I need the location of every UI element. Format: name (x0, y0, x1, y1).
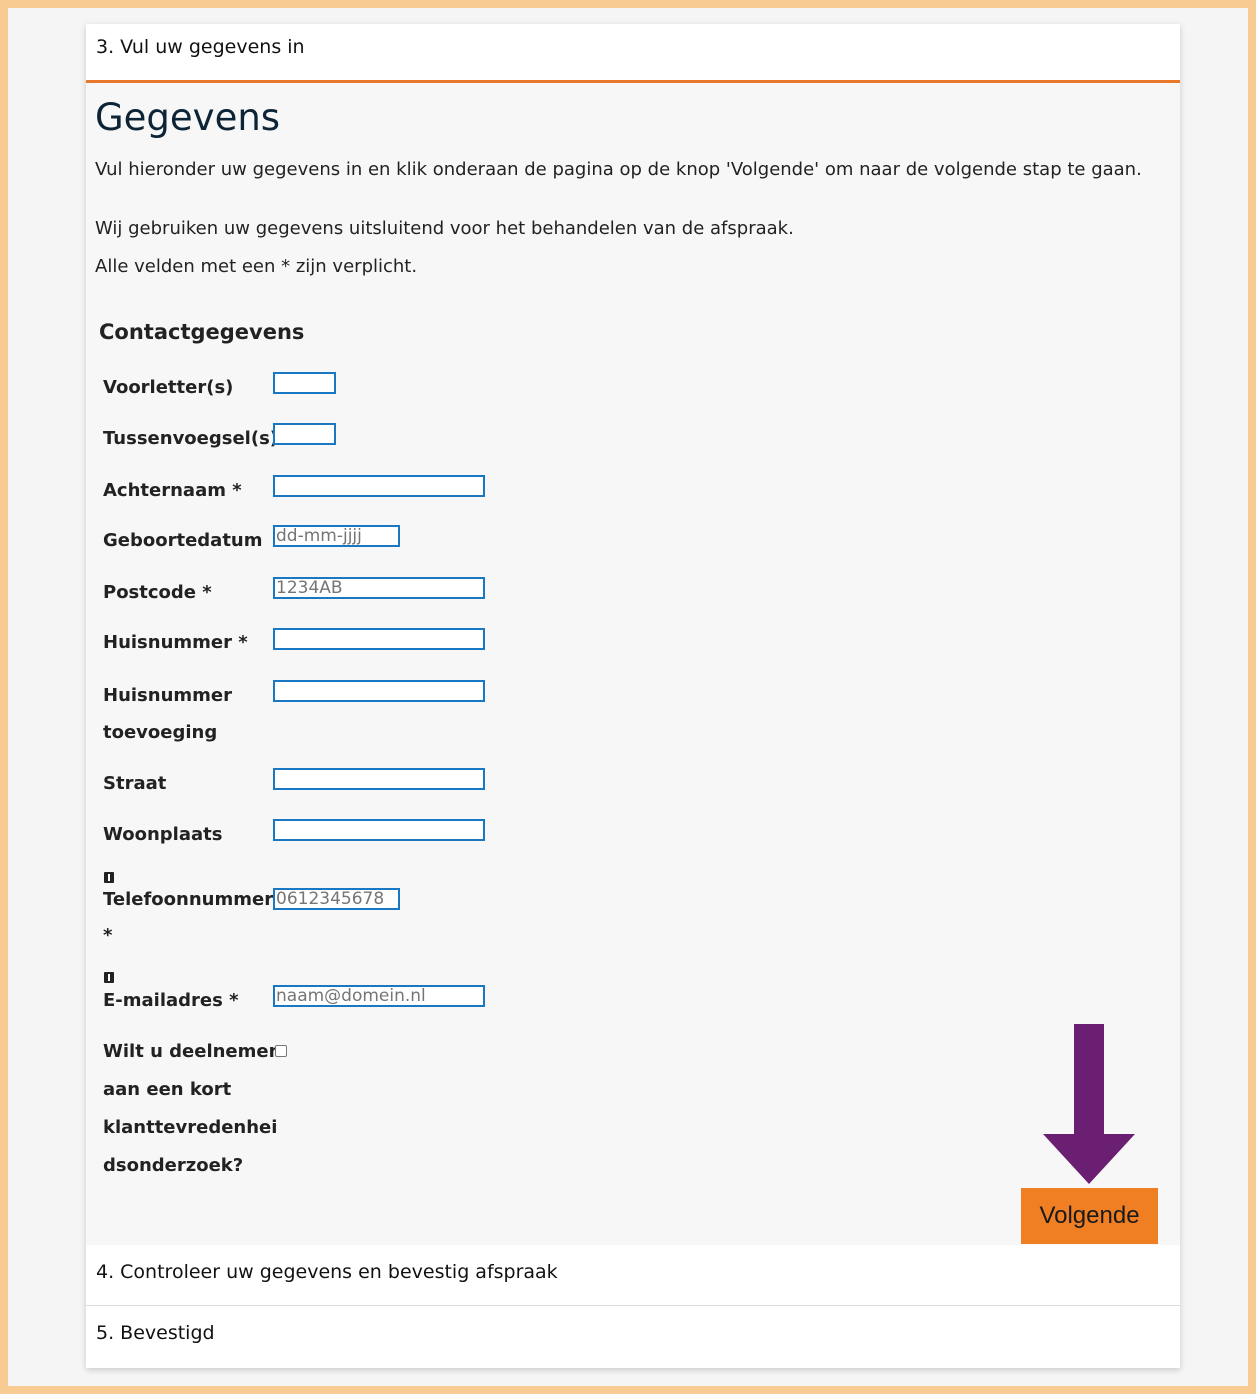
survey-label-line3: klanttevredenhei (103, 1117, 278, 1138)
intro-text: Vul hieronder uw gegevens in en klik ond… (95, 159, 1142, 180)
huisnummer-toevoeging-input[interactable] (273, 680, 485, 702)
tussenvoegsels-label: Tussenvoegsel(s) (103, 428, 279, 449)
huisnummer-input[interactable] (273, 628, 485, 650)
achternaam-label: Achternaam * (103, 480, 242, 501)
telefoonnummer-label-line1: Telefoonnummer (103, 889, 274, 910)
huisnummer-toevoeging-label-line1: Huisnummer (103, 685, 232, 706)
voorletters-label: Voorletter(s) (103, 377, 234, 398)
step-3-label: 3. Vul uw gegevens in (96, 36, 305, 58)
required-note: Alle velden met een * zijn verplicht. (95, 256, 418, 277)
step-4-header[interactable]: 4. Controleer uw gegevens en bevestig af… (86, 1245, 1180, 1306)
woonplaats-input[interactable] (273, 819, 485, 841)
arrow-down-icon (1043, 1024, 1135, 1184)
voorletters-input[interactable] (273, 372, 336, 394)
postcode-label: Postcode * (103, 582, 212, 603)
huisnummer-label: Huisnummer * (103, 632, 248, 653)
section-title-contact: Contactgegevens (99, 320, 305, 344)
appointment-wizard: 3. Vul uw gegevens in Gegevens Vul hiero… (86, 24, 1180, 1368)
step-5-header[interactable]: 5. Bevestigd (86, 1306, 1180, 1368)
huisnummer-toevoeging-label-line2: toevoeging (103, 722, 218, 743)
geboortedatum-label: Geboortedatum (103, 530, 263, 551)
straat-input[interactable] (273, 768, 485, 790)
woonplaats-label: Woonplaats (103, 824, 223, 845)
step-4-label: 4. Controleer uw gegevens en bevestig af… (96, 1261, 558, 1283)
step-3-header[interactable]: 3. Vul uw gegevens in (86, 24, 1180, 83)
page-frame: 3. Vul uw gegevens in Gegevens Vul hiero… (8, 8, 1248, 1386)
survey-label-line1: Wilt u deelnemen (103, 1041, 282, 1062)
survey-label-line4: dsonderzoek? (103, 1155, 244, 1176)
telefoonnummer-input[interactable] (273, 888, 400, 910)
survey-label-line2: aan een kort (103, 1079, 232, 1100)
next-button[interactable]: Volgende (1021, 1188, 1158, 1244)
postcode-input[interactable] (273, 577, 485, 599)
survey-checkbox[interactable] (275, 1045, 287, 1057)
tussenvoegsels-input[interactable] (273, 423, 336, 445)
step-5-label: 5. Bevestigd (96, 1322, 215, 1344)
email-input[interactable] (273, 985, 485, 1007)
straat-label: Straat (103, 773, 167, 794)
page-title: Gegevens (95, 96, 281, 139)
achternaam-input[interactable] (273, 475, 485, 497)
email-label: E-mailadres * (103, 990, 239, 1011)
privacy-text: Wij gebruiken uw gegevens uitsluitend vo… (95, 218, 794, 239)
telefoonnummer-label-line2: * (103, 925, 113, 946)
geboortedatum-input[interactable] (273, 525, 400, 547)
